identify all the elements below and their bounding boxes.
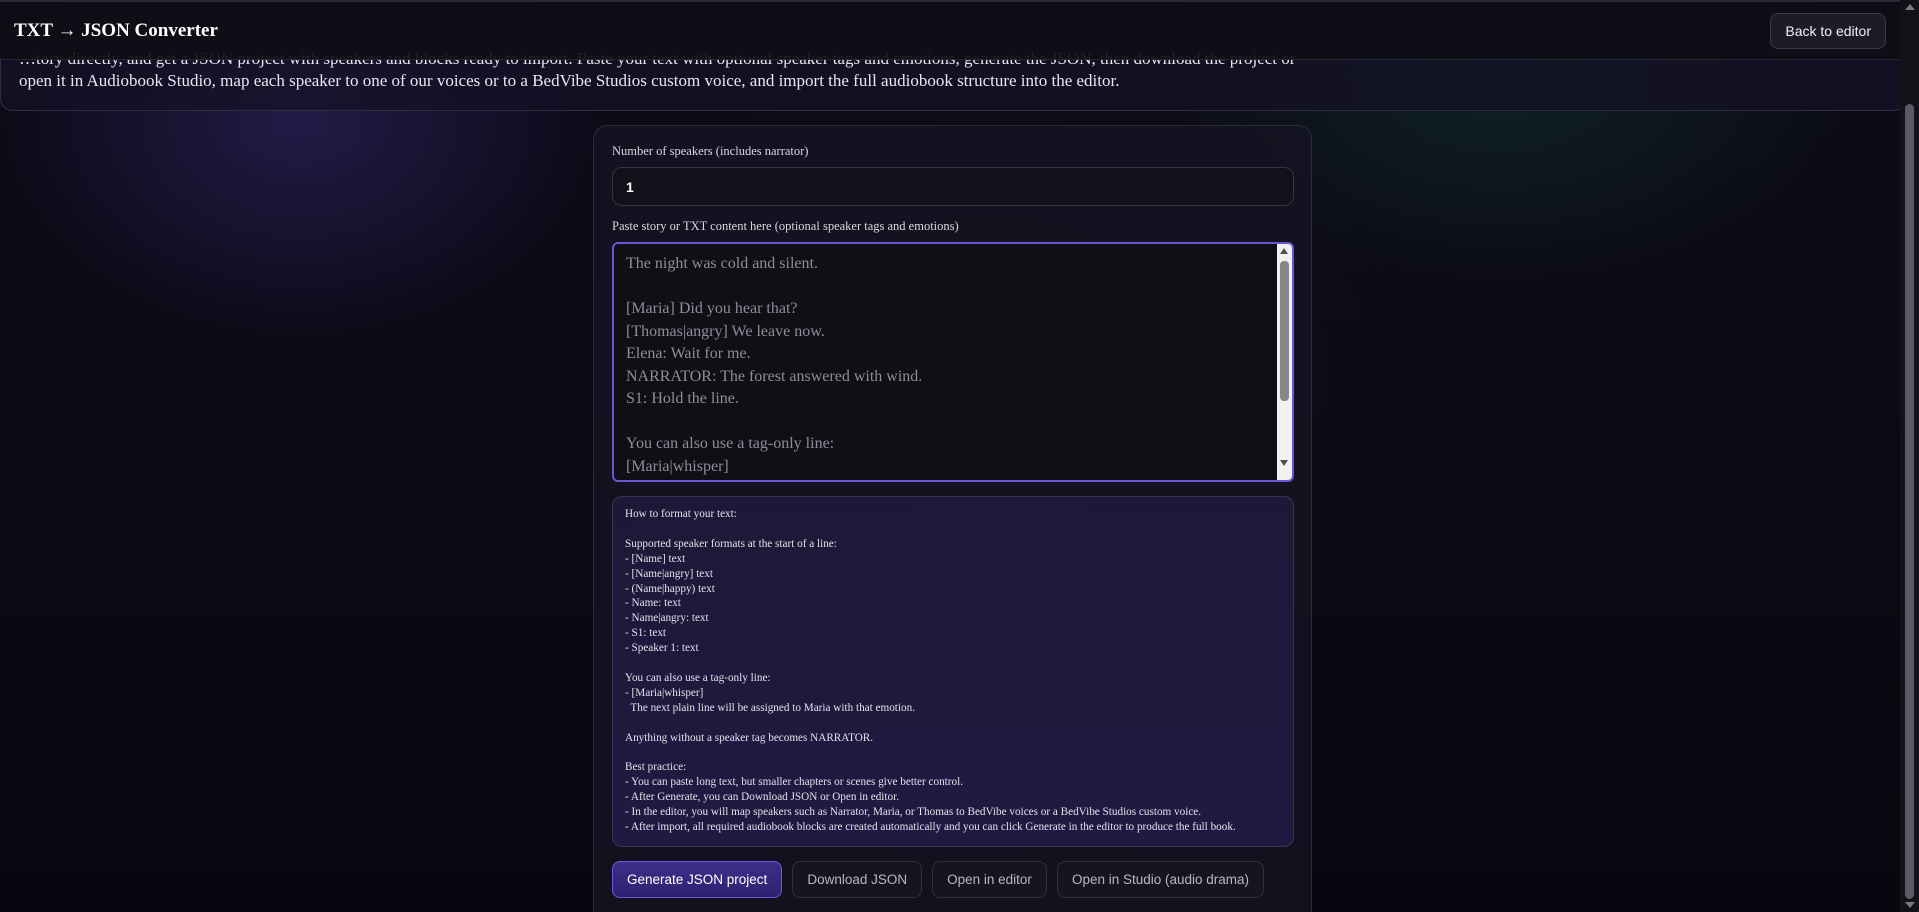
speakers-count-input[interactable]: 1: [612, 167, 1294, 206]
open-in-studio-button[interactable]: Open in Studio (audio drama): [1056, 861, 1265, 898]
download-json-button[interactable]: Download JSON: [792, 861, 923, 898]
page-scroll-up-icon[interactable]: [1905, 4, 1915, 10]
story-placeholder: The night was cold and silent. [Maria] D…: [626, 255, 923, 475]
page-scroll-down-icon[interactable]: [1905, 902, 1915, 908]
action-buttons: Generate JSON project Download JSON Open…: [612, 861, 1293, 898]
story-label: Paste story or TXT content here (optiona…: [612, 219, 959, 233]
textarea-scroll-thumb[interactable]: [1280, 261, 1289, 401]
open-in-editor-button[interactable]: Open in editor: [932, 861, 1047, 898]
scroll-down-icon[interactable]: [1280, 460, 1288, 466]
format-help-box: How to format your text: Supported speak…: [612, 496, 1294, 847]
back-to-editor-button[interactable]: Back to editor: [1770, 12, 1886, 49]
top-bar: TXT → JSON Converter Back to editor: [0, 0, 1900, 60]
converter-panel: Number of speakers (includes narrator) 1…: [593, 125, 1312, 912]
scroll-up-icon[interactable]: [1280, 248, 1288, 254]
page-scrollbar[interactable]: [1900, 0, 1919, 912]
textarea-scrollbar[interactable]: [1277, 244, 1292, 480]
speakers-count-value: 1: [626, 178, 634, 195]
generate-json-button[interactable]: Generate JSON project: [612, 861, 783, 898]
speakers-label: Number of speakers (includes narrator): [612, 144, 809, 158]
page-scroll-thumb[interactable]: [1905, 104, 1914, 899]
intro-line-2: open it in Audiobook Studio, map each sp…: [19, 71, 1120, 90]
page-title: TXT → JSON Converter: [14, 19, 218, 41]
story-textarea[interactable]: The night was cold and silent. [Maria] D…: [612, 242, 1294, 482]
